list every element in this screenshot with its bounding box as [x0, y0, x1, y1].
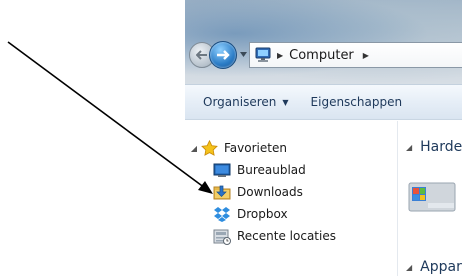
tree-item-dropbox[interactable]: Dropbox — [213, 203, 288, 225]
back-arrow-icon — [196, 50, 207, 60]
explorer-window: ▶ Computer ▶ Organiseren ▼ Eigenschappen… — [185, 0, 462, 276]
collapse-icon[interactable]: ◢ — [406, 263, 412, 272]
tree-item-recent-places[interactable]: Recente locaties — [213, 225, 336, 247]
breadcrumb-separator-end[interactable]: ▶ — [363, 51, 369, 60]
breadcrumb-computer[interactable]: Computer — [289, 48, 354, 63]
forward-button[interactable] — [209, 41, 237, 69]
desktop-label: Bureaublad — [237, 163, 306, 177]
star-icon — [200, 139, 218, 157]
hard-drive-icon[interactable] — [408, 177, 456, 217]
organize-label: Organiseren — [203, 95, 277, 109]
chevron-down-icon — [239, 51, 247, 57]
recent-places-label: Recente locaties — [237, 229, 336, 243]
group-label: Harde schijven — [420, 139, 462, 155]
recent-places-icon — [213, 227, 231, 245]
breadcrumb-separator[interactable]: ▶ — [277, 51, 283, 60]
downloads-label: Downloads — [237, 185, 303, 199]
tree-item-downloads[interactable]: Downloads — [213, 181, 303, 203]
computer-icon — [255, 47, 271, 62]
dropbox-label: Dropbox — [237, 207, 288, 221]
content-pane: ◢ Harde schijven ◢ Apparaten met verwiss… — [398, 121, 462, 276]
chevron-down-icon: ▼ — [282, 97, 289, 107]
forward-arrow-icon — [217, 50, 230, 60]
organize-menu-button[interactable]: Organiseren ▼ — [203, 95, 289, 109]
group-label: Apparaten met verwisselbare opslag — [420, 259, 462, 275]
tree-item-desktop[interactable]: Bureaublad — [213, 159, 306, 181]
properties-button[interactable]: Eigenschappen — [311, 95, 403, 109]
address-bar[interactable]: ▶ Computer ▶ — [249, 42, 462, 68]
group-header-removable-storage[interactable]: ◢ Apparaten met verwisselbare opslag — [398, 257, 462, 276]
navigation-pane: ◢ Favorieten Bureaublad Downloads Dropbo… — [185, 121, 397, 276]
group-header-hard-drives[interactable]: ◢ Harde schijven — [398, 137, 462, 157]
command-bar: Organiseren ▼ Eigenschappen — [185, 84, 462, 120]
dropbox-icon — [213, 205, 231, 223]
expander-icon[interactable]: ◢ — [185, 144, 197, 153]
tree-item-favorites[interactable]: ◢ Favorieten — [185, 137, 287, 159]
downloads-folder-icon — [213, 183, 231, 201]
favorites-label: Favorieten — [224, 141, 287, 155]
collapse-icon[interactable]: ◢ — [406, 143, 412, 152]
recent-pages-dropdown[interactable] — [238, 49, 248, 59]
desktop-icon — [213, 161, 231, 179]
